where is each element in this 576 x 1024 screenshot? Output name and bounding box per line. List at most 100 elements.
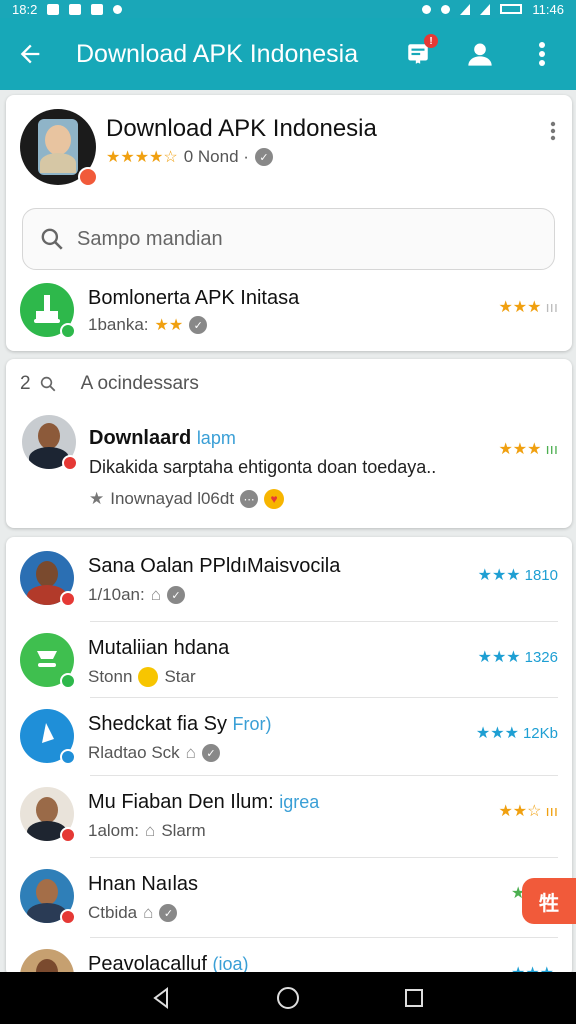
- list-item-right-text: 1326: [524, 648, 558, 666]
- list-item-title-text: Shedckat fia Sy: [88, 713, 227, 735]
- list-item-sub: Ctbida ⌂ ✓: [88, 903, 178, 923]
- list-item-sub: 1alom: ⌂ Slarm: [88, 821, 206, 841]
- nav-back-icon[interactable]: [151, 987, 173, 1009]
- list-item[interactable]: Mutaliian hdana Stonn Star ★★★ 1326: [6, 633, 572, 703]
- nav-recents-icon[interactable]: [403, 987, 425, 1009]
- status-time-left: 18:2: [12, 1, 38, 17]
- overflow-menu-button[interactable]: [526, 38, 558, 70]
- arrow-left-icon: [20, 44, 40, 64]
- list-item-avatar[interactable]: [20, 709, 76, 765]
- verified-badge-icon: [60, 591, 76, 607]
- home-icon: ⌂: [150, 585, 162, 604]
- list-item-stars: ★★☆: [498, 803, 542, 820]
- system-nav-bar: [0, 972, 576, 1024]
- header-meta-text: 0 Nond ·: [183, 147, 249, 166]
- item-right-stars: ★★★: [498, 441, 542, 458]
- floating-action-button[interactable]: 牲: [522, 878, 576, 924]
- verified-badge-icon: [78, 167, 98, 187]
- list-item[interactable]: Mu Fiaban Den Ilum: igrea 1alom: ⌂ Slarm ★★☆…: [6, 787, 572, 857]
- list-item-title-text: Sana Oalan PPldıMaisvocila: [88, 555, 341, 577]
- more-vert-icon: [550, 121, 556, 141]
- heart-eyes-emoji-icon: ♥: [264, 489, 285, 509]
- list-divider: [90, 621, 558, 622]
- list-item-rating: ★★★ 1810: [478, 565, 558, 585]
- header-more-button[interactable]: [550, 121, 556, 146]
- list-divider: [90, 697, 558, 698]
- verified-badge-icon: [62, 455, 78, 471]
- search-input[interactable]: [77, 227, 517, 251]
- list-item-tag: igrea: [279, 792, 320, 812]
- item-avatar[interactable]: [22, 415, 78, 471]
- list-item-avatar[interactable]: [20, 551, 76, 607]
- list-item-title-text: Mu Fiaban Den Ilum:: [88, 791, 274, 813]
- item-meta: ★ Inownayad l06dt ⋯ ♥: [89, 489, 285, 509]
- item-tag: lapm: [196, 428, 236, 448]
- sync-icon: [113, 4, 123, 14]
- link-icon: ✓: [167, 586, 186, 604]
- list-item-stars: ★★★: [477, 567, 521, 584]
- signal-icon: [480, 3, 491, 15]
- item-title: Downlaard lapm: [89, 427, 236, 450]
- channel-avatar[interactable]: [20, 109, 98, 187]
- featured-sub: 1banka: ★★ ✓: [88, 315, 208, 335]
- list-item-right-text: ııı: [545, 802, 558, 820]
- list-item-sub: 1/10an: ⌂ ✓: [88, 585, 186, 605]
- list-item-avatar[interactable]: [20, 633, 76, 689]
- status-bar: 18:2 11:46: [0, 0, 576, 18]
- list-item-avatar[interactable]: [20, 869, 76, 925]
- featured-right-text: ııı: [545, 298, 558, 316]
- list-item[interactable]: Sana Oalan PPldıMaisvocila 1/10an: ⌂ ✓ ★★★ 1…: [6, 551, 572, 621]
- section-header: 2 A ocindessars: [20, 373, 199, 395]
- list-item-avatar[interactable]: [20, 787, 76, 843]
- list-item-tag: Fror): [232, 714, 272, 734]
- home-icon: ⌂: [143, 903, 154, 922]
- featured-sub-text: 1banka:: [88, 315, 149, 334]
- header-title: Download APK Indonesia: [106, 115, 377, 142]
- item-right-text: ııı: [545, 440, 558, 458]
- link-icon: ✓: [254, 148, 273, 166]
- list-item-sub-text: 1alom:: [88, 821, 140, 840]
- home-icon: ⌂: [145, 821, 156, 840]
- battery-icon: [500, 4, 523, 14]
- list-item-sub-text: Stonn: [88, 667, 133, 686]
- list-item-right-text: 12Kb: [522, 724, 558, 742]
- nav-home-icon[interactable]: [276, 986, 300, 1010]
- notification-icon: [47, 3, 60, 15]
- list-item-sub-text: Rladtao Sck: [88, 743, 180, 762]
- back-button[interactable]: [0, 18, 60, 90]
- featured-app-icon[interactable]: [20, 283, 76, 339]
- verified-badge-icon: [60, 749, 76, 765]
- verified-badge-icon: [60, 909, 76, 925]
- section-count: 2: [20, 373, 31, 394]
- search-icon: [41, 228, 63, 250]
- verified-badge-icon: [60, 673, 76, 689]
- account-button[interactable]: [464, 38, 496, 70]
- app-list-card: Sana Oalan PPldıMaisvocila 1/10an: ⌂ ✓ ★★★ 1…: [6, 537, 572, 1005]
- list-item-rating: ★★★ 1326: [478, 647, 558, 667]
- list-item-sub2: Slarm: [161, 821, 206, 840]
- link-icon: ✓: [201, 744, 220, 762]
- list-item[interactable]: Shedckat fia Sy Fror) Rladtao Sck ⌂ ✓ ★★★ 12K…: [6, 709, 572, 779]
- notifications-button[interactable]: !: [402, 34, 438, 70]
- list-item-sub: Stonn Star: [88, 667, 196, 687]
- item-desc: Dikakida sarptaha ehtigonta doan toedaya…: [89, 457, 437, 477]
- emoji-icon: [138, 667, 159, 687]
- list-item-right-text: 1810: [524, 566, 558, 584]
- wifi-icon: [460, 3, 471, 15]
- alarm-icon: [422, 4, 432, 14]
- list-item-stars: ★★★: [475, 725, 519, 742]
- featured-title: Bomlonerta APK Initasa: [88, 287, 300, 309]
- chat-icon: ⋯: [240, 490, 259, 508]
- header-meta: ★★★★☆ 0 Nond · ✓: [106, 147, 273, 167]
- item-rating: ★★★ ııı: [498, 439, 558, 459]
- list-item[interactable]: Hnan Naılas Ctbida⌂✓★★★: [6, 869, 572, 939]
- list-divider: [90, 937, 558, 938]
- star-icon: ★: [89, 489, 105, 508]
- item-meta-text: Inownayad l06dt: [110, 489, 235, 508]
- list-item-title: Hnan Naılas: [88, 873, 198, 896]
- list-divider: [90, 857, 558, 858]
- search-field[interactable]: [22, 208, 555, 270]
- list-item-title: Shedckat fia Sy Fror): [88, 713, 272, 736]
- app-bar: Download APK Indonesia !: [0, 18, 576, 90]
- image-icon: [69, 3, 82, 15]
